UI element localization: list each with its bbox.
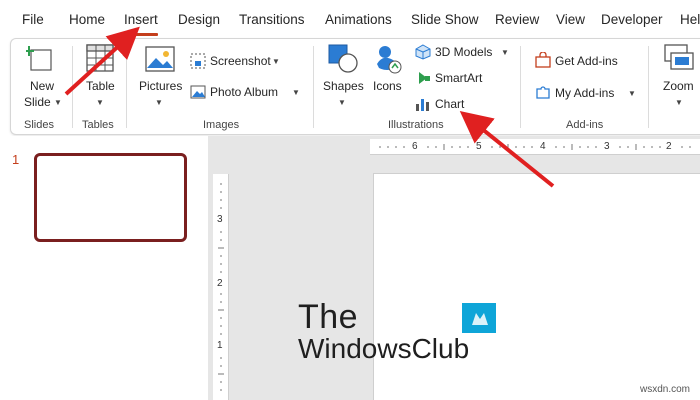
chevron-down-icon: ▼ [675,98,683,107]
shapes-icon [328,44,358,73]
icons-label: Icons [373,79,402,93]
tab-home[interactable]: Home [69,12,105,27]
chevron-down-icon: ▼ [54,98,62,107]
group-label-addins: Add-ins [566,119,604,131]
chart-label: Chart [435,97,465,111]
tab-slide-show[interactable]: Slide Show [411,12,479,27]
table-icon [86,44,114,72]
table-label: Table [86,79,115,93]
screenshot-label: Screenshot [210,54,271,68]
horizontal-ruler: 6 5 4 3 2 [370,139,700,155]
chevron-down-icon: ▼ [96,98,104,107]
windows-logo-icon [462,303,496,333]
watermark-line2: WindowsClub [298,333,470,364]
cube-icon [415,44,431,60]
chevron-down-icon: ▼ [292,88,300,97]
group-label-tables: Tables [82,119,114,131]
group-divider [313,46,314,128]
get-addins-label: Get Add-ins [555,54,618,68]
puzzle-icon [536,86,550,99]
tab-help[interactable]: Hel [680,12,700,27]
watermark-url: wsxdn.com [640,384,691,395]
my-addins-label: My Add-ins [555,86,615,100]
tab-file[interactable]: File [22,12,44,27]
new-slide-label-line1: New [30,79,55,93]
group-divider [648,46,649,128]
chevron-down-icon: ▼ [155,98,163,107]
watermark-line1: The [298,298,359,336]
ruler-ticks [379,144,691,150]
pictures-icon [145,46,175,72]
icons-icon [377,46,402,74]
chevron-down-icon: ▼ [501,48,509,57]
group-divider [126,46,127,128]
ribbon-tabs: File Home Insert Design Transitions Anim… [0,0,700,38]
tab-design[interactable]: Design [178,12,220,27]
slide-canvas[interactable] [373,173,700,400]
new-slide-label-line2: Slide [24,95,51,109]
tab-view[interactable]: View [556,12,585,27]
vertical-ruler: 3 2 1 [213,174,229,400]
tab-insert[interactable]: Insert [124,12,158,27]
new-slide-icon [26,46,52,71]
group-label-slides: Slides [24,119,54,131]
chevron-down-icon: ▼ [272,57,280,66]
tab-developer[interactable]: Developer [601,12,663,27]
tab-animations[interactable]: Animations [325,12,392,27]
group-divider [520,46,521,128]
smartart-label: SmartArt [435,71,483,85]
zoom-label: Zoom [663,79,694,93]
bar-chart-icon [416,99,429,111]
pictures-label: Pictures [139,79,183,93]
chevron-down-icon: ▼ [628,89,636,98]
store-icon [535,52,551,68]
tab-review[interactable]: Review [495,12,539,27]
slide-thumbnail[interactable] [34,153,187,242]
ruler-ticks [218,183,224,391]
tab-transitions[interactable]: Transitions [239,12,305,27]
3d-models-label: 3D Models [435,45,493,59]
screenshot-icon [190,53,206,69]
zoom-icon [664,44,694,70]
smartart-icon [419,72,430,84]
chevron-down-icon: ▼ [338,98,346,107]
active-tab-indicator [124,33,158,36]
slide-number: 1 [12,152,20,167]
shapes-label: Shapes [323,79,364,93]
group-label-images: Images [203,119,240,131]
photo-album-icon [190,85,206,99]
group-label-illustrations: Illustrations [388,119,444,131]
photo-album-label: Photo Album [210,85,279,99]
group-divider [72,46,73,128]
